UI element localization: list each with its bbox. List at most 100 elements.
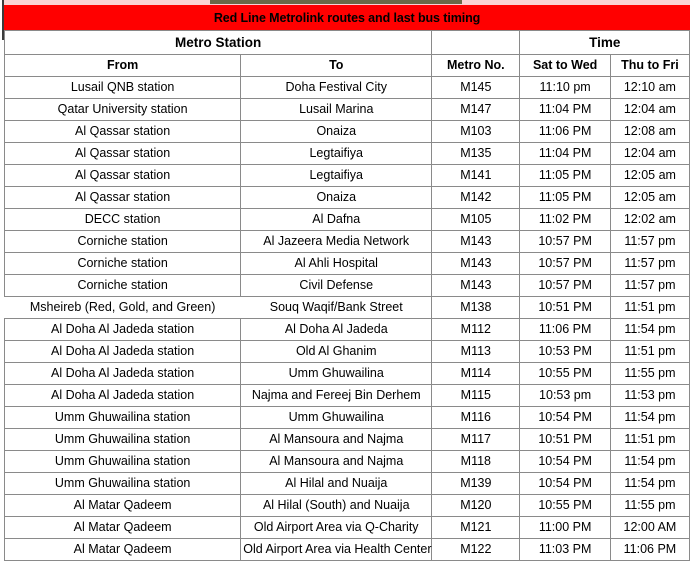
table-row: Al Doha Al Jadeda station Old Al Ghanim M1… [3,340,691,363]
cell-to: Souq Waqif/Bank Street [240,296,433,319]
cell-sat-to-wed: 11:03 PM [519,538,611,561]
cell-metro-no: M143 [431,274,521,297]
cell-to: Al Hilal and Nuaija [240,472,433,495]
table-row: Lusail QNB station Doha Festival City M145… [3,76,691,99]
cell-sat-to-wed: 10:53 pm [519,384,611,407]
cell-thu-to-fri: 11:53 pm [609,384,691,407]
table-body: Lusail QNB station Doha Festival City M145… [1,76,691,561]
table-row: Al Doha Al Jadeda station Umm Ghuwailina M… [3,362,691,385]
cell-to: Doha Festival City [240,76,433,99]
cell-to: Al Hilal (South) and Nuaija [240,494,433,517]
cell-to: Old Al Ghanim [240,340,433,363]
cell-sat-to-wed: 11:00 PM [519,516,611,539]
table-row: Umm Ghuwailina station Al Mansoura and Na… [3,450,691,473]
cell-to: Al Mansoura and Najma [240,450,433,473]
table-row: Al Qassar station Legtaifiya M141 11:05 PM 1… [3,164,691,187]
cell-thu-to-fri: 12:05 am [609,164,691,187]
cell-sat-to-wed: 10:53 PM [519,340,611,363]
cell-metro-no: M113 [431,340,521,363]
cell-metro-no: M105 [431,208,521,231]
cell-thu-to-fri: 12:10 am [609,76,691,99]
cell-thu-to-fri: 11:57 pm [609,252,691,275]
cell-thu-to-fri: 12:08 am [609,120,691,143]
cell-metro-no: M121 [431,516,521,539]
cell-thu-to-fri: 11:55 pm [609,362,691,385]
cell-sat-to-wed: 11:04 PM [519,142,611,165]
cell-from: Umm Ghuwailina station [3,428,242,451]
cell-to: Al Jazeera Media Network [240,230,433,253]
table-row: Al Qassar station Onaiza M142 11:05 PM 12:05… [3,186,691,209]
cell-metro-no: M141 [431,164,521,187]
cell-metro-no: M147 [431,98,521,121]
table-row: DECC station Al Dafna M105 11:02 PM 12:02 am [3,208,691,231]
spreadsheet-sheet: Red Line Metrolink routes and last bus t… [0,0,700,561]
cell-to: Najma and Fereej Bin Derhem [240,384,433,407]
cell-metro-no: M143 [431,252,521,275]
cell-sat-to-wed: 11:10 pm [519,76,611,99]
cell-to: Legtaifiya [240,164,433,187]
cell-from: Qatar University station [3,98,242,121]
cell-to: Al Ahli Hospital [240,252,433,275]
cell-metro-no: M112 [431,318,521,341]
cell-metro-no: M142 [431,186,521,209]
cell-to: Umm Ghuwailina [240,362,433,385]
table-row: Al Doha Al Jadeda station Najma and Feree… [3,384,691,407]
cell-to: Old Airport Area via Health Center [240,538,433,561]
cell-from: DECC station [3,208,242,231]
cell-metro-no: M143 [431,230,521,253]
cell-metro-no: M138 [431,296,521,319]
cell-from-overflow-text: Msheireb (Red, Gold, and Green) [1,297,245,318]
table-row: Al Matar Qadeem Old Airport Area via Heal… [3,538,691,561]
cell-to: Al Mansoura and Najma [240,428,433,451]
cell-from: Corniche station [3,252,242,275]
cell-thu-to-fri: 11:06 PM [609,538,691,561]
cell-thu-to-fri: 12:02 am [609,208,691,231]
table-row: Al Doha Al Jadeda station Al Doha Al Jade… [3,318,691,341]
header-blank-cell [431,30,521,55]
cell-thu-to-fri: 11:54 pm [609,406,691,429]
table-row: Qatar University station Lusail Marina M14… [3,98,691,121]
cell-thu-to-fri: 11:55 pm [609,494,691,517]
cell-thu-to-fri: 11:57 pm [609,274,691,297]
header-col-metro-no: Metro No. [431,54,521,77]
cell-from: Al Doha Al Jadeda station [3,384,242,407]
cell-from: Al Qassar station [3,142,242,165]
cell-metro-no: M122 [431,538,521,561]
cell-sat-to-wed: 10:57 PM [519,274,611,297]
cell-to: Umm Ghuwailina [240,406,433,429]
header-col-from: From [3,54,242,77]
cell-metro-no: M145 [431,76,521,99]
cell-from: Lusail QNB station [3,76,242,99]
cell-metro-no: M118 [431,450,521,473]
cell-thu-to-fri: 12:04 am [609,142,691,165]
cell-from: Al Doha Al Jadeda station [3,318,242,341]
header-col-thu-to-fri: Thu to Fri [609,54,691,77]
cell-metro-no: M120 [431,494,521,517]
table-row: Msheireb (Red, Gold, and Green) Souq Waqi… [1,296,691,319]
cell-sat-to-wed: 11:06 PM [519,120,611,143]
cell-thu-to-fri: 11:54 pm [609,450,691,473]
cell-to: Onaiza [240,186,433,209]
cell-thu-to-fri: 11:54 pm [609,472,691,495]
cell-to: Lusail Marina [240,98,433,121]
cell-metro-no: M116 [431,406,521,429]
cell-metro-no: M139 [431,472,521,495]
cell-from: Corniche station [3,230,242,253]
table-title-bar: Red Line Metrolink routes and last bus t… [4,5,690,30]
table-row: Umm Ghuwailina station Al Mansoura and Na… [3,428,691,451]
header-time: Time [519,30,690,55]
header-group-row: Metro Station Time [3,30,690,55]
cell-thu-to-fri: 11:51 pm [609,296,691,319]
cell-metro-no: M103 [431,120,521,143]
table-title: Red Line Metrolink routes and last bus t… [213,10,481,25]
cell-from: Corniche station [3,274,242,297]
table-row: Corniche station Al Ahli Hospital M143 10:5… [3,252,691,275]
cell-thu-to-fri: 11:57 pm [609,230,691,253]
table-header: Metro Station Time From To Metro No. Sat… [3,30,691,77]
cell-from: Msheireb (Red, Gold, and Green) [1,296,245,319]
cell-sat-to-wed: 10:55 PM [519,494,611,517]
cell-from: Al Qassar station [3,164,242,187]
cell-sat-to-wed: 10:57 PM [519,230,611,253]
cell-from: Umm Ghuwailina station [3,472,242,495]
cell-to: Civil Defense [240,274,433,297]
